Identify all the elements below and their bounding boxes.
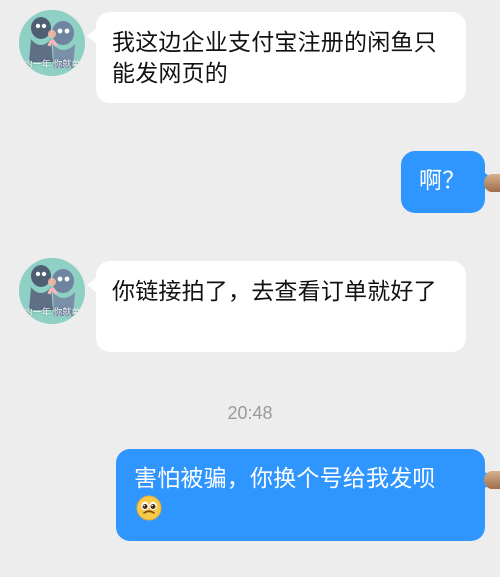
outgoing-message-bubble[interactable]: 啊？ bbox=[401, 151, 485, 213]
contact-avatar[interactable]: 约一年 你就单 bbox=[19, 10, 85, 76]
pleading-face-emoji bbox=[136, 495, 162, 521]
message-text: 啊？ bbox=[419, 168, 466, 194]
outgoing-message-bubble[interactable]: 害怕被骗，你换个号给我发呗 bbox=[116, 449, 485, 541]
avatar-caption: 约一年 你就单 bbox=[23, 60, 81, 70]
avatar-caption: 约一年 你就单 bbox=[23, 308, 81, 318]
message-text: 我这边企业支付宝注册的闲鱼只能发网页的 bbox=[112, 30, 437, 87]
incoming-message-bubble[interactable]: 我这边企业支付宝注册的闲鱼只能发网页的 bbox=[96, 12, 466, 103]
message-timestamp: 20:48 bbox=[227, 403, 273, 423]
self-avatar-icon[interactable] bbox=[484, 174, 500, 192]
chat-screen: 约一年 你就单 我这边企业支付宝注册的闲鱼只能发网页的 啊？ 约一年 你就单 你… bbox=[0, 0, 500, 577]
incoming-message-bubble[interactable]: 你链接拍了，去查看订单就好了 bbox=[96, 261, 466, 352]
message-text: 害怕被骗，你换个号给我发呗 bbox=[134, 466, 436, 492]
self-avatar-icon[interactable] bbox=[484, 471, 500, 489]
message-text: 你链接拍了，去查看订单就好了 bbox=[112, 279, 437, 305]
contact-avatar[interactable]: 约一年 你就单 bbox=[19, 258, 85, 324]
